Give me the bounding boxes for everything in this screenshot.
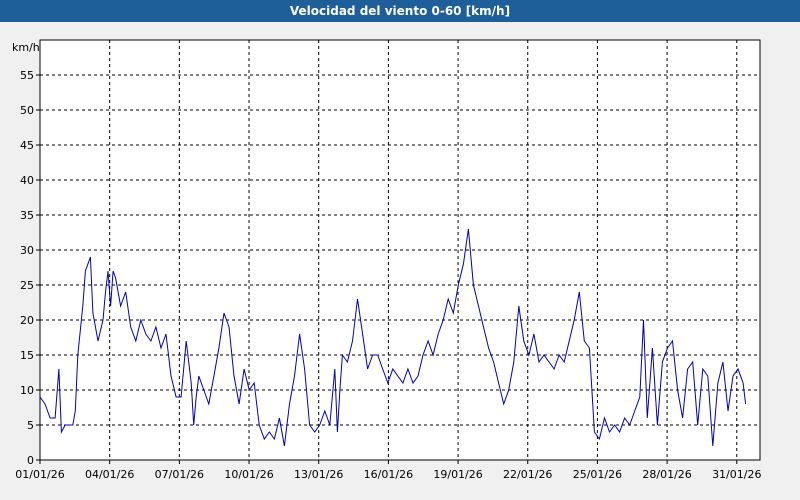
x-tick-label: 25/01/26 bbox=[573, 468, 622, 481]
y-tick-label: 25 bbox=[20, 279, 34, 292]
x-tick-label: 10/01/26 bbox=[224, 468, 273, 481]
x-tick-label: 01/01/26 bbox=[15, 468, 64, 481]
x-tick-label: 22/01/26 bbox=[503, 468, 552, 481]
y-tick-label: 30 bbox=[20, 244, 34, 257]
y-tick-label: 50 bbox=[20, 104, 34, 117]
y-tick-label: 0 bbox=[27, 454, 34, 467]
x-tick-label: 16/01/26 bbox=[364, 468, 413, 481]
y-tick-label: 40 bbox=[20, 174, 34, 187]
x-tick-label: 13/01/26 bbox=[294, 468, 343, 481]
x-tick-label: 28/01/26 bbox=[642, 468, 691, 481]
y-tick-label: 15 bbox=[20, 349, 34, 362]
y-tick-label: 10 bbox=[20, 384, 34, 397]
y-tick-label: 5 bbox=[27, 419, 34, 432]
wind-speed-chart: 0510152025303540455055 01/01/26 04/01/26 0… bbox=[12, 39, 761, 481]
y-tick-label: 20 bbox=[20, 314, 34, 327]
x-tick-label: 07/01/26 bbox=[155, 468, 204, 481]
x-tick-label: 04/01/26 bbox=[85, 468, 134, 481]
y-tick-label: 35 bbox=[20, 209, 34, 222]
x-tick-label: 31/01/26 bbox=[712, 468, 761, 481]
y-tick-label: 55 bbox=[20, 69, 34, 82]
x-axis: 01/01/26 04/01/26 07/01/26 10/01/26 13/01/26… bbox=[15, 460, 761, 481]
y-axis-label: km/h bbox=[12, 41, 40, 54]
x-tick-label: 19/01/26 bbox=[433, 468, 482, 481]
y-axis: 0 5 10 15 20 25 30 35 40 45 50 55 bbox=[20, 69, 40, 467]
y-tick-label: 45 bbox=[20, 139, 34, 152]
